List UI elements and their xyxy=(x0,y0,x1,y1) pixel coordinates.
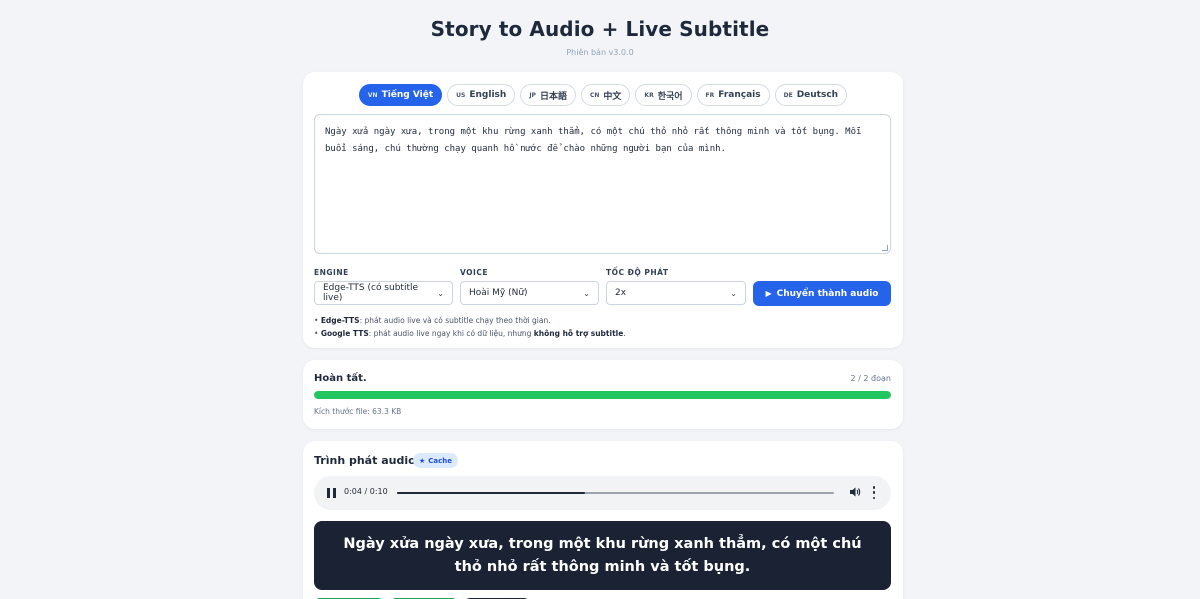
lang-tab-label: 日本語 xyxy=(539,91,567,102)
player-title: Trình phát audio xyxy=(314,454,416,467)
volume-icon[interactable] xyxy=(849,486,861,498)
lang-tab-label: English xyxy=(469,90,507,100)
progress-fill xyxy=(314,391,891,399)
engine-select[interactable]: Edge-TTS (có subtitle live) ⌄ xyxy=(314,281,453,305)
lang-tab-fr[interactable]: FR Français xyxy=(696,84,770,106)
pause-icon[interactable] xyxy=(327,488,336,498)
audio-time: 0:04 / 0:10 xyxy=(344,487,388,496)
star-icon: ★ xyxy=(419,456,426,465)
speed-label: TỐC ĐỘ PHÁT xyxy=(606,268,669,277)
lang-tab-de[interactable]: DE Deutsch xyxy=(774,84,848,106)
subtitle-text: Ngày xửa ngày xưa, trong một khu rừng xa… xyxy=(343,535,862,575)
flag-icon: KR xyxy=(644,91,654,99)
app-version: Phiên bản v3.0.0 xyxy=(566,48,634,57)
engine-label: ENGINE xyxy=(314,268,349,277)
app-title: Story to Audio + Live Subtitle xyxy=(430,17,770,41)
lang-tab-zh[interactable]: CN 中文 xyxy=(580,84,631,106)
voice-label: VOICE xyxy=(460,268,488,277)
lang-tab-ko[interactable]: KR 한국어 xyxy=(635,84,692,106)
speed-select[interactable]: 2x ⌄ xyxy=(606,281,746,305)
audio-seek-played xyxy=(397,492,585,494)
language-tabs: VN Tiếng Việt US English JP 日本語 CN 中文 KR… xyxy=(303,84,903,106)
chevron-down-icon: ⌄ xyxy=(437,288,444,298)
lang-tab-label: 中文 xyxy=(603,91,622,102)
file-size: Kích thước file: 63.3 KB xyxy=(314,407,402,416)
story-textarea[interactable]: Ngày xửa ngày xưa, trong một khu rừng xa… xyxy=(314,114,891,254)
flag-icon: VN xyxy=(367,91,378,99)
play-icon: ▶ xyxy=(765,289,772,298)
lang-tab-label: 한국어 xyxy=(657,91,683,102)
lang-tab-ja[interactable]: JP 日本語 xyxy=(520,84,576,106)
voice-value: Hoài Mỹ (Nữ) xyxy=(469,288,528,298)
convert-button-label: Chuyển thành audio xyxy=(776,288,879,299)
progress-card: Hoàn tất. 2 / 2 đoạn Kích thước file: 63… xyxy=(303,360,903,429)
voice-select[interactable]: Hoài Mỹ (Nữ) ⌄ xyxy=(460,281,599,305)
lang-tab-label: Tiếng Việt xyxy=(381,90,434,100)
segment-count: 2 / 2 đoạn xyxy=(850,374,891,383)
flag-icon: DE xyxy=(783,91,793,99)
more-options-icon[interactable] xyxy=(872,486,876,499)
cache-badge: ★ Cache xyxy=(413,453,459,468)
subtitle-display: Ngày xửa ngày xưa, trong một khu rừng xa… xyxy=(314,521,891,590)
input-card: VN Tiếng Việt US English JP 日本語 CN 中文 KR… xyxy=(303,72,903,348)
note-edge: • Edge-TTS: phát audio live và có subtit… xyxy=(314,316,551,325)
flag-icon: FR xyxy=(705,91,715,99)
audio-player: 0:04 / 0:10 xyxy=(314,476,891,510)
lang-tab-vi[interactable]: VN Tiếng Việt xyxy=(358,84,443,106)
lang-tab-en[interactable]: US English xyxy=(447,84,516,106)
progress-bar xyxy=(314,391,891,399)
lang-tab-label: Français xyxy=(718,90,761,100)
resize-handle[interactable] xyxy=(882,245,888,251)
player-card: Trình phát audio ★ Cache 0:04 / 0:10 Ngà… xyxy=(303,441,903,599)
engine-value: Edge-TTS (có subtitle live) xyxy=(323,283,419,303)
flag-icon: US xyxy=(456,91,466,99)
audio-seek-bar[interactable] xyxy=(397,492,834,494)
cache-badge-label: Cache xyxy=(428,456,453,465)
status-text: Hoàn tất. xyxy=(314,373,367,384)
note-google: • Google TTS: phát audio live ngay khi c… xyxy=(314,329,626,338)
flag-icon: CN xyxy=(589,91,600,99)
flag-icon: JP xyxy=(529,91,536,99)
lang-tab-label: Deutsch xyxy=(796,90,839,100)
convert-button[interactable]: ▶ Chuyển thành audio xyxy=(753,281,891,306)
engine-notes: • Edge-TTS: phát audio live và có subtit… xyxy=(314,314,626,340)
story-text: Ngày xửa ngày xưa, trong một khu rừng xa… xyxy=(325,127,862,154)
chevron-down-icon: ⌄ xyxy=(583,288,590,298)
speed-value: 2x xyxy=(615,288,627,298)
chevron-down-icon: ⌄ xyxy=(730,288,737,298)
